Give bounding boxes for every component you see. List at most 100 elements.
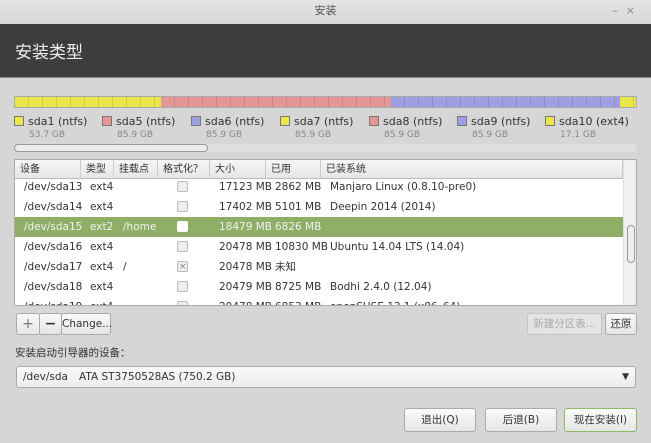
format-checkbox[interactable] bbox=[177, 257, 188, 277]
legend-item: sda7 (ntfs) 85.9 GB bbox=[280, 115, 353, 140]
cell-size: 20479 MB bbox=[219, 281, 273, 293]
legend-label: sda10 (ext4) bbox=[559, 115, 629, 128]
cell-used: 6826 MB bbox=[275, 221, 322, 233]
legend-item: sda9 (ntfs) 85.9 GB bbox=[457, 115, 530, 140]
cell-system: Manjaro Linux (0.8.10-pre0) bbox=[330, 181, 477, 193]
table-row[interactable]: /dev/sda15 ext2/home 18479 MB 6826 MB bbox=[15, 217, 623, 237]
legend-label: sda9 (ntfs) bbox=[471, 115, 531, 128]
column-header[interactable]: 已用 bbox=[266, 160, 321, 179]
partition-bar bbox=[14, 96, 637, 108]
legend-swatch bbox=[369, 116, 379, 126]
minimize-button[interactable]: – bbox=[612, 4, 626, 17]
cell-system: Deepin 2014 (2014) bbox=[330, 201, 436, 213]
format-checkbox[interactable] bbox=[177, 201, 188, 212]
cell-type: ext4 bbox=[90, 201, 114, 213]
cell-size: 18479 MB bbox=[219, 221, 273, 233]
boot-device-description: ATA ST3750528AS (750.2 GB) bbox=[79, 371, 236, 383]
add-partition-button[interactable]: + bbox=[16, 313, 40, 335]
quit-button[interactable]: 退出(Q) bbox=[404, 408, 476, 432]
table-scrollbar[interactable] bbox=[623, 160, 636, 305]
cell-device: /dev/sda17 bbox=[24, 261, 83, 273]
legend-scrollbar[interactable] bbox=[14, 144, 637, 152]
format-checkbox[interactable] bbox=[177, 281, 188, 292]
cell-device: /dev/sda18 bbox=[24, 281, 83, 293]
legend-swatch bbox=[545, 116, 555, 126]
legend-item: sda1 (ntfs) 53.7 GB bbox=[14, 115, 87, 140]
cell-device: /dev/sda14 bbox=[24, 201, 83, 213]
scrollbar-thumb[interactable] bbox=[627, 225, 635, 263]
column-header[interactable]: 已装系统 bbox=[321, 160, 623, 179]
legend-swatch bbox=[191, 116, 201, 126]
dropdown-arrow-icon: ▼ bbox=[622, 372, 629, 382]
legend-swatch bbox=[102, 116, 112, 126]
cell-used: 6853 MB bbox=[275, 297, 321, 305]
change-partition-button[interactable]: Change... bbox=[61, 313, 112, 335]
legend-label: sda8 (ntfs) bbox=[383, 115, 443, 128]
column-header[interactable]: 挂载点 bbox=[114, 160, 158, 179]
cell-size: 20478 MB bbox=[219, 241, 273, 253]
cell-used: 2862 MB bbox=[275, 181, 322, 193]
window-title: 安装 bbox=[314, 4, 337, 17]
partition-segment bbox=[620, 97, 636, 107]
cell-size: 20478 MB bbox=[219, 261, 273, 273]
cell-type: ext4 bbox=[90, 241, 114, 253]
legend-size: 53.7 GB bbox=[29, 130, 66, 140]
legend-swatch bbox=[457, 116, 467, 126]
back-button[interactable]: 后退(B) bbox=[485, 408, 557, 432]
legend-label: sda5 (ntfs) bbox=[116, 115, 176, 128]
table-header: 设备 类型 挂载点 格式化？ 大小 已用 已装系统 bbox=[15, 160, 623, 179]
format-checkbox[interactable] bbox=[177, 301, 188, 305]
page-title: 安装类型 bbox=[15, 43, 83, 63]
partition-segment bbox=[390, 97, 621, 107]
bootloader-device-select[interactable]: /dev/sda ATA ST3750528AS (750.2 GB) ▼ bbox=[16, 366, 636, 388]
cell-type: ext4 bbox=[90, 261, 114, 273]
cell-size: 17123 MB bbox=[219, 181, 273, 193]
legend-label: sda1 (ntfs) bbox=[28, 115, 88, 128]
column-header[interactable]: 大小 bbox=[210, 160, 266, 179]
page-header: 安装类型 bbox=[0, 24, 651, 78]
cell-system: Ubuntu 14.04 LTS (14.04) bbox=[330, 241, 465, 253]
cell-type: ext4 bbox=[90, 181, 114, 193]
table-row[interactable]: /dev/sda17 ext4 / 20478 MB 未知 bbox=[15, 257, 623, 277]
scrollbar-thumb[interactable] bbox=[14, 144, 208, 152]
cell-used: 未知 bbox=[275, 261, 296, 273]
legend-item: sda6 (ntfs) 85.9 GB bbox=[191, 115, 264, 140]
bootloader-device-label: 安装启动引导器的设备： bbox=[15, 347, 131, 359]
format-checkbox[interactable] bbox=[177, 221, 188, 232]
install-now-button[interactable]: 现在安装(I) bbox=[564, 408, 637, 432]
legend-swatch bbox=[14, 116, 24, 126]
legend-label: sda7 (ntfs) bbox=[294, 115, 354, 128]
partition-table: /dev/sda13 ext4 17123 MB 2862 MB Manjaro Lin… bbox=[14, 159, 637, 306]
format-checkbox[interactable] bbox=[177, 241, 188, 252]
cell-type: ext2 bbox=[90, 221, 114, 233]
column-header[interactable]: 格式化？ bbox=[158, 160, 210, 179]
cell-size: 17402 MB bbox=[219, 201, 273, 213]
partition-segment bbox=[15, 97, 161, 107]
table-row[interactable]: /dev/sda14 ext4 17402 MB 5101 MB Deepin 2014… bbox=[15, 197, 623, 217]
table-row[interactable]: /dev/sda18 ext4 20479 MB 8725 MB Bodhi 2.4.0… bbox=[15, 277, 623, 297]
cell-type: ext4 bbox=[90, 297, 113, 305]
column-header[interactable]: 设备 bbox=[15, 160, 81, 179]
boot-device-path: /dev/sda bbox=[23, 371, 68, 383]
cell-device: /dev/sda19 bbox=[24, 297, 82, 305]
table-row[interactable]: /dev/sda13 ext4 17123 MB 2862 MB Manjaro Lin… bbox=[15, 177, 623, 197]
table-row[interactable]: /dev/sda16 ext4 20478 MB 10830 MB Ubuntu 14.… bbox=[15, 237, 623, 257]
cell-device: /dev/sda13 bbox=[24, 181, 83, 193]
column-header[interactable]: 类型 bbox=[81, 160, 114, 179]
cell-used: 10830 MB bbox=[275, 241, 329, 253]
cell-mount: / bbox=[123, 261, 127, 273]
close-button[interactable]: × bbox=[626, 4, 643, 17]
cell-device: /dev/sda16 bbox=[24, 241, 83, 253]
new-partition-table-button[interactable]: 新建分区表... bbox=[527, 313, 602, 335]
legend-size: 85.9 GB bbox=[384, 130, 421, 140]
cell-type: ext4 bbox=[90, 281, 114, 293]
table-row[interactable]: /dev/sda19 ext4 20478 MB6853 MB openSUSE 13… bbox=[15, 297, 623, 305]
legend-size: 85.9 GB bbox=[206, 130, 243, 140]
format-checkbox[interactable] bbox=[177, 181, 188, 192]
legend-size: 85.9 GB bbox=[472, 130, 509, 140]
partition-segment bbox=[160, 97, 391, 107]
legend-item: sda8 (ntfs) 85.9 GB bbox=[369, 115, 442, 140]
window-controls: –× bbox=[612, 0, 643, 22]
remove-partition-button[interactable]: − bbox=[39, 313, 62, 335]
revert-button[interactable]: 还原 bbox=[605, 313, 637, 335]
